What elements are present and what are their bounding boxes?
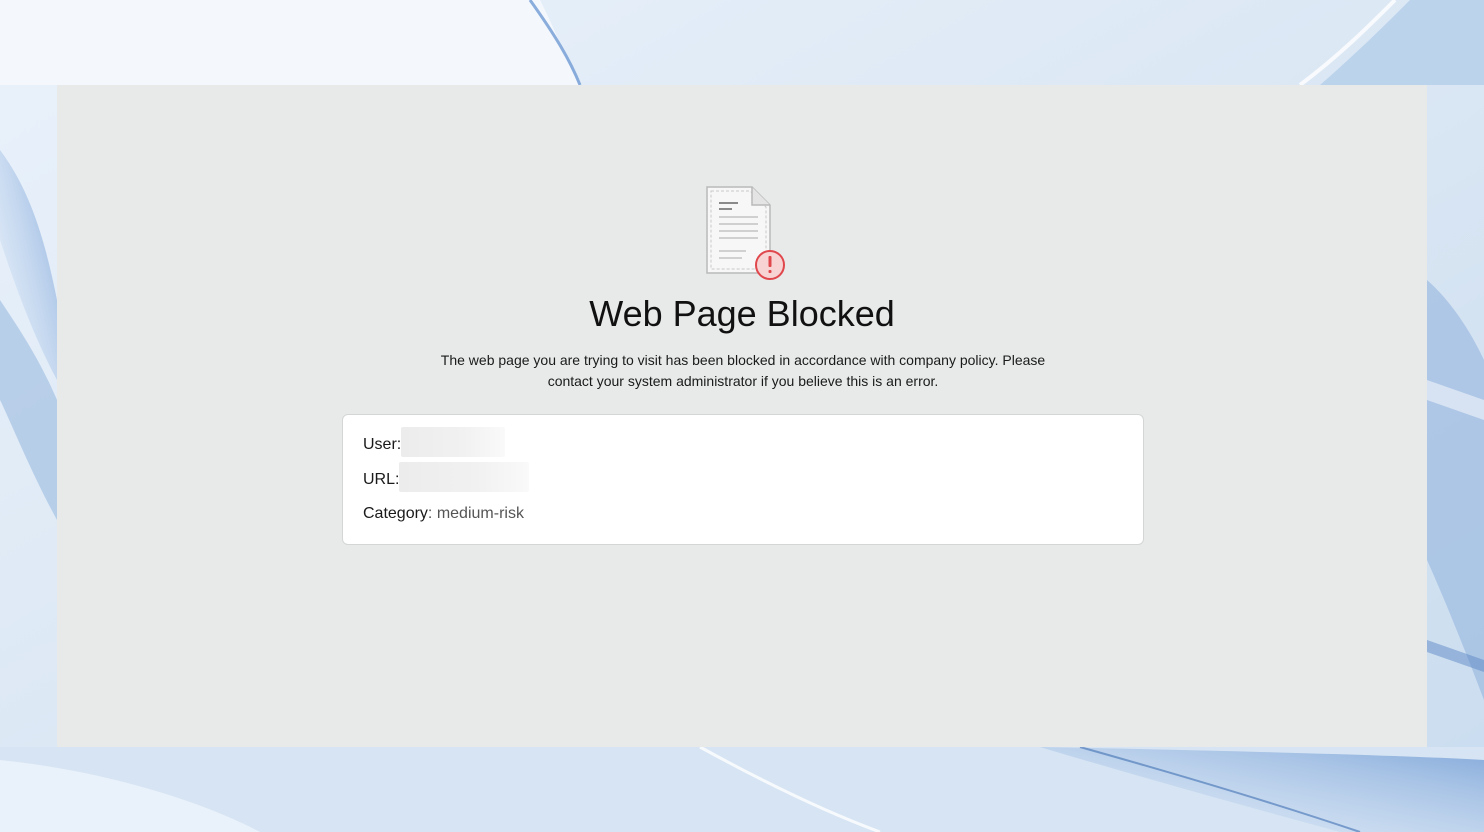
- blocked-page-panel: Web Page Blocked The web page you are tr…: [57, 85, 1427, 747]
- user-label: User:: [363, 436, 402, 454]
- url-row: URL:: [363, 462, 530, 492]
- block-details-box: User: URL: Category: medium-risk: [342, 414, 1144, 545]
- user-redacted-value: [401, 427, 506, 457]
- description-line-1: The web page you are trying to visit has…: [440, 352, 1046, 368]
- category-row: Category: medium-risk: [363, 504, 524, 524]
- exclamation-alert-icon: [755, 250, 785, 280]
- category-label: Category: [363, 505, 428, 522]
- user-row: User:: [363, 427, 506, 457]
- url-redacted-value: [399, 462, 530, 492]
- page-title: Web Page Blocked: [589, 293, 895, 334]
- block-description: The web page you are trying to visit has…: [427, 350, 1059, 392]
- description-line-2: contact your system administrator if you…: [547, 373, 939, 389]
- document-icon: [702, 185, 790, 281]
- url-label: URL:: [363, 471, 400, 489]
- category-value: medium-risk: [436, 505, 524, 522]
- category-separator: :: [427, 505, 433, 522]
